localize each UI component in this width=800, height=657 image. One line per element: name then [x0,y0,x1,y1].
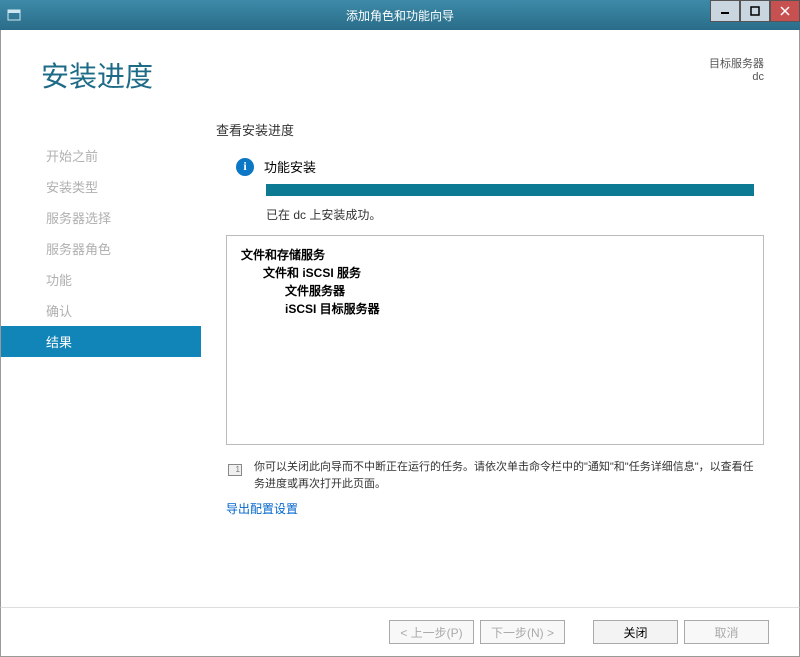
sidebar-item: 安装类型 [1,171,201,202]
sidebar-item: 服务器角色 [1,233,201,264]
server-info: 目标服务器 dc [709,55,764,120]
target-server-label: 目标服务器 [709,55,764,71]
sidebar-item: 确认 [1,295,201,326]
minimize-button[interactable] [710,0,740,22]
sidebar-item: 功能 [1,264,201,295]
maximize-button[interactable] [740,0,770,22]
tree-node: 文件和存储服务 [241,246,749,264]
progress-bar [266,184,754,196]
tree-node: iSCSI 目标服务器 [241,300,749,318]
page-title: 安装进度 [1,55,153,120]
success-text: 已在 dc 上安装成功。 [266,206,764,223]
main-panel: 查看安装进度 i 功能安装 已在 dc 上安装成功。 文件和存储服务文件和 iS… [201,120,799,607]
sidebar-item: 结果 [1,326,201,357]
content-wrapper: 开始之前安装类型服务器选择服务器角色功能确认结果 查看安装进度 i 功能安装 已… [0,120,800,607]
footer: < 上一步(P) 下一步(N) > 关闭 取消 [0,607,800,657]
tree-node: 文件和 iSCSI 服务 [241,264,749,282]
cancel-button: 取消 [684,620,769,644]
sidebar: 开始之前安装类型服务器选择服务器角色功能确认结果 [1,120,201,607]
next-button: 下一步(N) > [480,620,565,644]
info-icon: i [236,158,254,176]
note-row: 你可以关闭此向导而不中断正在运行的任务。请依次单击命令栏中的"通知"和"任务详细… [226,459,764,492]
titlebar-buttons [710,0,800,30]
export-config-link[interactable]: 导出配置设置 [226,500,764,517]
sidebar-item: 服务器选择 [1,202,201,233]
flag-icon [226,461,244,479]
close-window-button[interactable] [770,0,800,22]
nav-list: 开始之前安装类型服务器选择服务器角色功能确认结果 [1,140,201,357]
info-row: i 功能安装 [236,157,764,176]
window-title: 添加角色和功能向导 [346,7,454,24]
tree-node: 文件服务器 [241,282,749,300]
sidebar-item: 开始之前 [1,140,201,171]
header-row: 安装进度 目标服务器 dc [0,30,800,120]
section-heading: 查看安装进度 [216,120,764,139]
window-icon [6,7,22,23]
previous-button: < 上一步(P) [389,620,474,644]
target-server-value: dc [709,71,764,83]
titlebar: 添加角色和功能向导 [0,0,800,30]
note-text: 你可以关闭此向导而不中断正在运行的任务。请依次单击命令栏中的"通知"和"任务详细… [254,459,764,492]
install-label: 功能安装 [264,157,316,176]
results-tree: 文件和存储服务文件和 iSCSI 服务文件服务器iSCSI 目标服务器 [226,235,764,445]
close-button[interactable]: 关闭 [593,620,678,644]
